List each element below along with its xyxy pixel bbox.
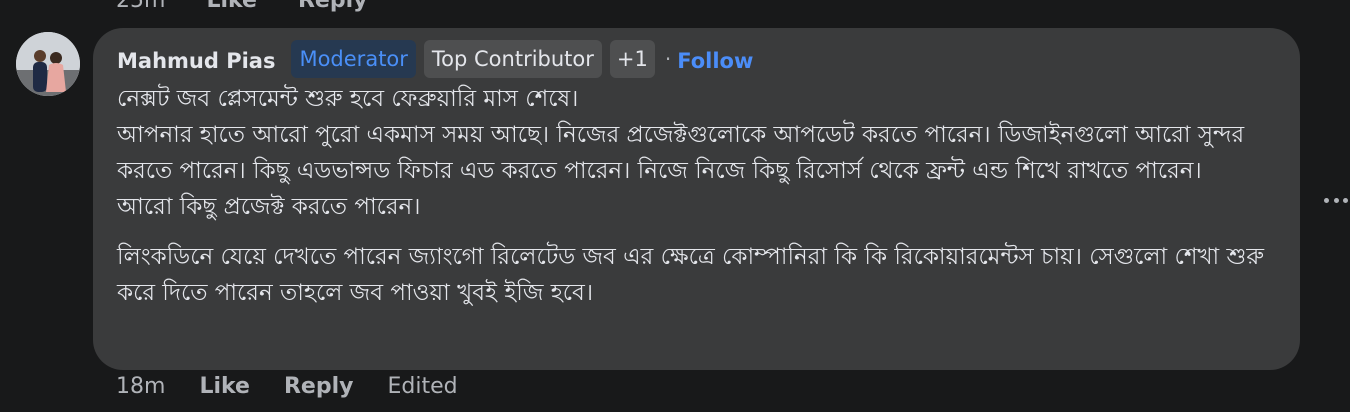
previous-like-button[interactable]: Like [206, 0, 257, 13]
reply-button[interactable]: Reply [284, 374, 354, 399]
comment-time[interactable]: 18m [116, 374, 165, 399]
previous-comment-time[interactable]: 25m [116, 0, 165, 13]
previous-reply-button[interactable]: Reply [298, 0, 368, 13]
more-badges-count[interactable]: +1 [609, 40, 655, 78]
like-button[interactable]: Like [199, 374, 250, 399]
top-contributor-badge[interactable]: Top Contributor [423, 40, 602, 78]
comment-line: নেক্সট জব প্লেসমেন্ট শুরু হবে ফেব্রুয়ার… [117, 86, 579, 112]
comment-text: নেক্সট জব প্লেসমেন্ট শুরু হবে ফেব্রুয়ার… [117, 81, 1292, 311]
comment-actions: 18m Like Reply Edited [116, 374, 458, 399]
comment-line: আপনার হাতে আরো পুরো একমাস সময় আছে। নিজে… [117, 122, 1245, 184]
comment-bubble: Mahmud Pias Moderator Top Contributor +1… [93, 28, 1300, 370]
author-name[interactable]: Mahmud Pias [117, 49, 275, 73]
more-horizontal-icon[interactable] [1324, 195, 1348, 205]
separator-dot: · [664, 47, 672, 71]
comment-header: Mahmud Pias Moderator Top Contributor +1… [117, 39, 753, 79]
follow-button[interactable]: Follow [677, 49, 753, 73]
dot-icon [1324, 197, 1329, 203]
edited-label[interactable]: Edited [387, 374, 457, 399]
dot-icon [1343, 197, 1348, 203]
previous-comment-actions: 25m Like Reply [116, 0, 401, 13]
dot-icon [1333, 197, 1339, 203]
avatar-photo [16, 32, 80, 96]
comment-line: লিংকডিনে যেয়ে দেখতে পারেন জ্যাংগো রিলেট… [117, 244, 1264, 306]
comment-line: আরো কিছু প্রজেক্ট করতে পারেন। [117, 194, 421, 220]
moderator-badge[interactable]: Moderator [291, 40, 416, 78]
avatar[interactable] [16, 32, 80, 96]
